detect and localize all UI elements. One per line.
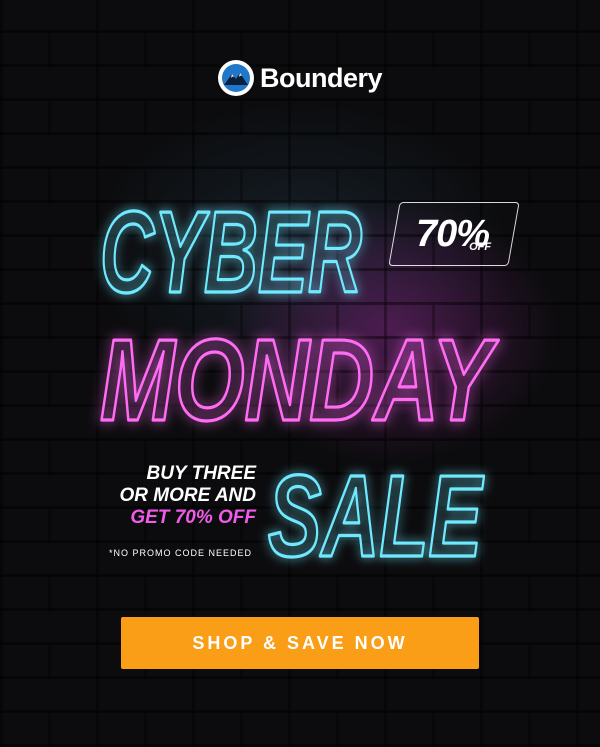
shop-save-now-button[interactable]: SHOP & SAVE NOW [121, 617, 479, 669]
headline-sale: SALE [268, 451, 485, 581]
email-banner: Boundery CYBER MONDAY SALE 70% OFF BUY T… [0, 0, 600, 747]
headline-cyber: CYBER [100, 187, 362, 317]
headline-monday: MONDAY [100, 315, 499, 445]
promo-line-3: GET 70% OFF [130, 507, 256, 528]
discount-badge: 70% OFF [388, 202, 520, 266]
promo-note: *NO PROMO CODE NEEDED [108, 548, 252, 558]
promo-line-2: OR MORE AND [119, 485, 256, 506]
promo-text: BUY THREE OR MORE AND GET 70% OFF [110, 463, 256, 529]
promo-line-1: BUY THREE [146, 463, 256, 484]
badge-off-label: OFF [469, 241, 492, 253]
